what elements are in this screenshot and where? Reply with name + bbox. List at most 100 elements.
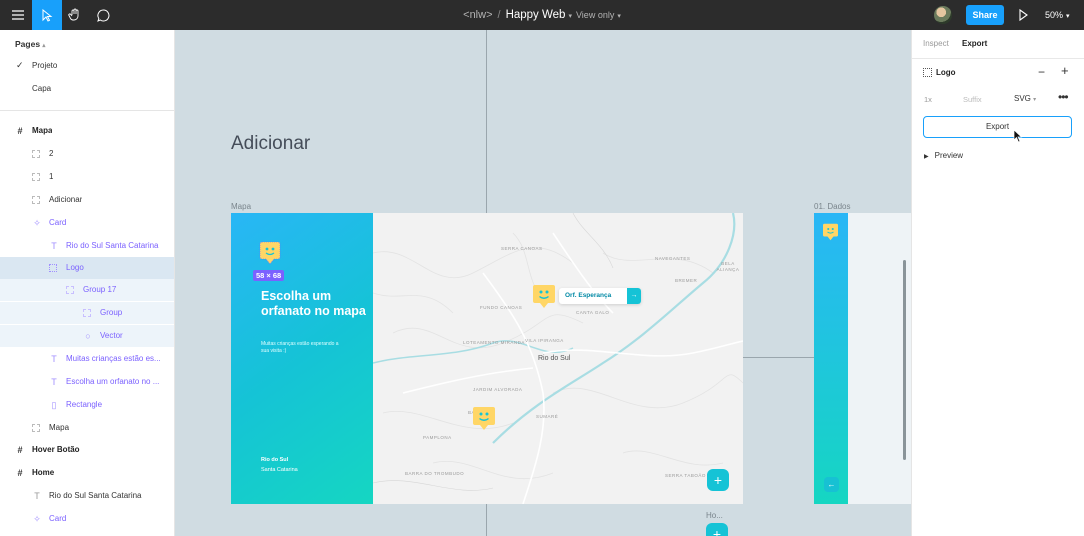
vector-icon: ○ <box>85 331 91 341</box>
map-label: NAVEGANTES <box>655 256 691 261</box>
back-arrow-button[interactable]: ← <box>824 477 839 492</box>
dados-sidebar: ← <box>814 213 848 504</box>
add-export-button[interactable]: + <box>1061 63 1069 78</box>
top-toolbar: <nlw> / Happy Web ▾ View only ▾ Share 50% ▾ <box>0 0 1084 30</box>
layer-mapa-frame[interactable]: # Mapa <box>0 120 174 142</box>
layer-label: Group <box>100 308 123 317</box>
hand-tool-icon[interactable] <box>60 0 90 30</box>
layer-adicionar[interactable]: Adicionar <box>0 189 174 211</box>
suffix-field[interactable]: Suffix <box>963 95 982 104</box>
preview-toggle[interactable]: ▶ Preview <box>924 151 963 160</box>
layer-2[interactable]: 2 <box>0 143 174 165</box>
map-label: CANTA GALO <box>576 310 610 315</box>
text-icon: T <box>51 241 57 251</box>
panel-divider <box>0 110 174 111</box>
frame-icon: # <box>17 468 23 478</box>
mapa-state: Santa Catarina <box>261 467 298 473</box>
frame-label-home[interactable]: Ho... <box>706 511 723 520</box>
export-panel: Inspect Export Logo − + 1x Suffix SVG ▾ … <box>911 30 1084 536</box>
layer-label: Card <box>49 218 67 227</box>
share-button[interactable]: Share <box>966 5 1004 25</box>
add-orphanage-button[interactable]: + <box>707 469 729 491</box>
frame-dashed-icon <box>32 196 40 204</box>
happy-logo-icon[interactable] <box>259 241 281 265</box>
comment-tool-icon[interactable] <box>88 0 118 30</box>
group-icon <box>66 286 74 294</box>
export-layer-name: Logo <box>936 68 956 77</box>
page-label: Capa <box>32 84 52 93</box>
layer-rio-do-sul-text-home[interactable]: T Rio do Sul Santa Catarina <box>0 485 174 507</box>
layer-logo[interactable]: Logo <box>0 257 174 279</box>
frame-icon: # <box>17 126 23 136</box>
chevron-down-icon[interactable]: ▾ <box>617 13 621 20</box>
frame-label-dados[interactable]: 01. Dados <box>814 202 850 211</box>
chevron-down-icon[interactable]: ▾ <box>568 13 572 20</box>
orphanage-popup[interactable]: Orf. Esperança → <box>559 288 641 304</box>
frame-label-mapa[interactable]: Mapa <box>231 202 251 211</box>
export-button[interactable]: Export <box>923 116 1072 138</box>
arrow-right-icon[interactable]: → <box>627 288 641 304</box>
more-options-button[interactable]: ••• <box>1058 90 1069 104</box>
layer-mapa[interactable]: Mapa <box>0 417 174 439</box>
project-name[interactable]: <nlw> <box>463 9 492 21</box>
scale-field[interactable]: 1x <box>924 95 932 104</box>
layer-label: Adicionar <box>49 195 83 204</box>
map-label: SERRA TABOÃO <box>665 473 706 478</box>
layer-card-component[interactable]: ✧ Card <box>0 212 174 234</box>
remove-export-button[interactable]: − <box>1038 65 1045 79</box>
frame-mapa[interactable]: 58 × 68 Escolha um orfanato no mapa Muit… <box>231 213 743 504</box>
layer-card-component-home[interactable]: ✧ Card <box>0 508 174 530</box>
layer-group[interactable]: Group <box>0 302 174 324</box>
map-city-label: Rio do Sul <box>538 355 571 362</box>
map-label: BARRA DO TROMBUDO <box>405 471 465 476</box>
chevron-up-icon: ▴ <box>42 43 46 49</box>
layer-label: Hover Botão <box>32 445 80 454</box>
tab-export[interactable]: Export <box>962 39 987 48</box>
chevron-down-icon: ▾ <box>1066 13 1070 20</box>
layer-vector[interactable]: ○ Vector <box>0 325 174 347</box>
file-name[interactable]: Happy Web <box>506 9 566 21</box>
map-label: LOTEAMENTO MIRANDA <box>463 340 525 345</box>
format-select[interactable]: SVG ▾ <box>1014 94 1036 103</box>
frame-dados[interactable]: ← <box>814 213 911 504</box>
layer-home-frame[interactable]: # Home <box>0 462 174 484</box>
canvas[interactable]: Adicionar Mapa 01. Dados Ho... 58 × 68 E… <box>175 30 911 536</box>
layer-label: Rio do Sul Santa Catarina <box>49 491 142 500</box>
guide-line <box>743 357 814 358</box>
layer-label: Card <box>49 514 67 523</box>
mapa-city: Rio do Sul <box>261 457 289 463</box>
layer-rectangle[interactable]: ▯ Rectangle <box>0 394 174 416</box>
layer-escolha-text[interactable]: T Escolha um orfanato no ... <box>0 371 174 393</box>
layer-group-17[interactable]: Group 17 <box>0 279 174 301</box>
layer-muitas-criancas-text[interactable]: T Muitas crianças estão es... <box>0 348 174 370</box>
pages-header[interactable]: Pages ▴ <box>15 39 45 49</box>
page-item-capa[interactable]: Capa <box>0 79 174 99</box>
layer-1[interactable]: 1 <box>0 166 174 188</box>
text-icon: T <box>51 377 57 387</box>
map-label: SUMARÉ <box>536 414 559 419</box>
format-value: SVG <box>1014 94 1031 103</box>
canvas-scrollbar[interactable] <box>903 260 906 460</box>
layer-rio-do-sul-text[interactable]: T Rio do Sul Santa Catarina <box>0 235 174 257</box>
avatar[interactable] <box>934 6 952 24</box>
main-menu-icon[interactable] <box>3 0 33 30</box>
caret-right-icon: ▶ <box>924 154 929 160</box>
layer-label: Mapa <box>49 423 70 432</box>
layer-label: Muitas crianças estão es... <box>66 354 161 363</box>
tab-inspect[interactable]: Inspect <box>923 39 949 48</box>
map-pin-icon[interactable] <box>532 284 556 310</box>
panel-divider <box>912 58 1084 59</box>
frame-dashed-icon <box>32 173 40 181</box>
page-item-projeto[interactable]: ✓ Projeto <box>0 56 174 76</box>
zoom-dropdown[interactable]: 50% ▾ <box>1045 0 1070 30</box>
layer-hover-botao-frame[interactable]: # Hover Botão <box>0 439 174 461</box>
layer-label: Mapa <box>32 126 53 135</box>
home-add-button[interactable]: + <box>706 523 728 536</box>
mapa-sidebar: 58 × 68 Escolha um orfanato no mapa Muit… <box>231 213 373 504</box>
present-icon[interactable] <box>1016 8 1030 22</box>
layer-label: Rectangle <box>66 400 103 409</box>
map-pin-icon[interactable] <box>472 406 496 432</box>
layer-label: Home <box>32 468 55 477</box>
file-title: <nlw> / Happy Web ▾ View only ▾ <box>0 0 1084 30</box>
move-tool-icon[interactable] <box>32 0 62 30</box>
